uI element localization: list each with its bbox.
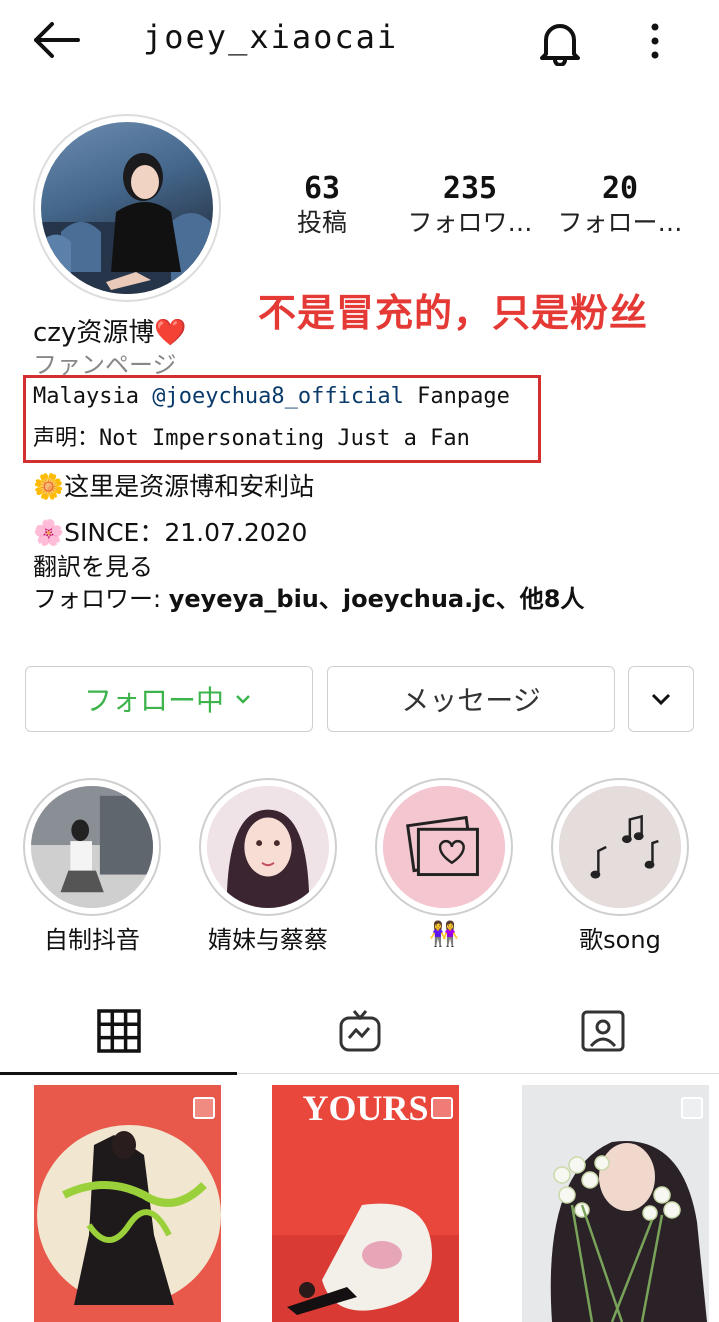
highlight-item[interactable]: 婧妹与蔡蔡 xyxy=(199,778,337,955)
profile-category: ファンページ xyxy=(33,351,177,379)
following-label: フォロー… xyxy=(557,208,683,237)
more-options-icon[interactable] xyxy=(640,20,670,62)
followed-by-names: yeyeya_biu、joeychua.jc、他8人 xyxy=(168,585,585,613)
highlight-label: 👭 xyxy=(429,920,459,948)
chevron-down-icon xyxy=(651,693,671,706)
post-image xyxy=(34,1085,221,1322)
post-thumbnail[interactable] xyxy=(522,1085,709,1322)
translate-link[interactable]: 翻訳を見る xyxy=(33,552,153,582)
highlight-label: 歌song xyxy=(579,926,661,954)
followers-label: フォロワ… xyxy=(407,208,533,237)
post-image xyxy=(522,1085,709,1322)
chevron-down-icon xyxy=(236,695,250,704)
following-count: 20 xyxy=(601,171,639,206)
bio-line-3: 🌼这里是资源博和安利站 xyxy=(33,472,315,501)
profile-avatar[interactable] xyxy=(33,114,221,302)
profile-name: czy资源博❤️ xyxy=(33,318,187,348)
multiple-photos-icon xyxy=(431,1097,453,1119)
bio-line-4: 🌸SINCE：21.07.2020 xyxy=(33,518,308,547)
back-arrow-icon[interactable] xyxy=(30,18,82,62)
multiple-photos-icon xyxy=(193,1097,215,1119)
profile-username-title: joey_xiaocai xyxy=(143,18,399,56)
post-thumbnail[interactable]: YOURS xyxy=(272,1085,459,1322)
bio-line-1-suffix: Fanpage xyxy=(403,384,510,409)
posts-count: 63 xyxy=(303,171,341,206)
following-button-label: フォロー中 xyxy=(83,684,224,717)
post-thumbnail[interactable] xyxy=(34,1085,221,1322)
igtv-icon[interactable] xyxy=(337,1008,383,1054)
highlight-item[interactable]: 歌song xyxy=(551,778,689,955)
stat-followers[interactable]: 235 フォロワ… xyxy=(400,172,540,240)
grid-icon[interactable] xyxy=(96,1008,142,1054)
bio-line-1: Malaysia @joeychua8_official Fanpage xyxy=(33,382,510,412)
message-button-label: メッセージ xyxy=(401,684,541,717)
highlight-label: 自制抖音 xyxy=(44,926,140,954)
followed-by[interactable]: フォロワー: yeyeya_biu、joeychua.jc、他8人 xyxy=(33,584,584,614)
annotation-text: 不是冒充的，只是粉丝 xyxy=(258,291,649,335)
highlight-item[interactable]: 👭 xyxy=(375,778,513,948)
message-button[interactable]: メッセージ xyxy=(327,666,615,732)
bell-icon[interactable] xyxy=(536,16,584,66)
followed-by-prefix: フォロワー: xyxy=(33,585,169,613)
tagged-icon[interactable] xyxy=(580,1008,626,1054)
stat-posts[interactable]: 63 投稿 xyxy=(252,172,392,240)
stat-following[interactable]: 20 フォロー… xyxy=(550,172,690,240)
following-button[interactable]: フォロー中 xyxy=(25,666,313,732)
suggested-dropdown-button[interactable] xyxy=(628,666,694,732)
highlight-label: 婧妹与蔡蔡 xyxy=(208,926,328,954)
highlight-thumbnail xyxy=(31,786,153,908)
bio-line-1-prefix: Malaysia xyxy=(33,384,153,409)
posts-label: 投稿 xyxy=(296,208,347,237)
photos-hearts-icon xyxy=(383,786,505,908)
followers-count: 235 xyxy=(442,171,498,206)
music-notes-icon xyxy=(559,786,681,908)
bio-line-2: 声明：Not Impersonating Just a Fan xyxy=(33,426,470,451)
highlight-thumbnail xyxy=(207,786,329,908)
active-tab-indicator xyxy=(0,1072,237,1075)
highlight-item[interactable]: 自制抖音 xyxy=(23,778,161,955)
bio-mention-link[interactable]: @joeychua8_official xyxy=(152,384,404,409)
multiple-photos-icon xyxy=(681,1097,703,1119)
